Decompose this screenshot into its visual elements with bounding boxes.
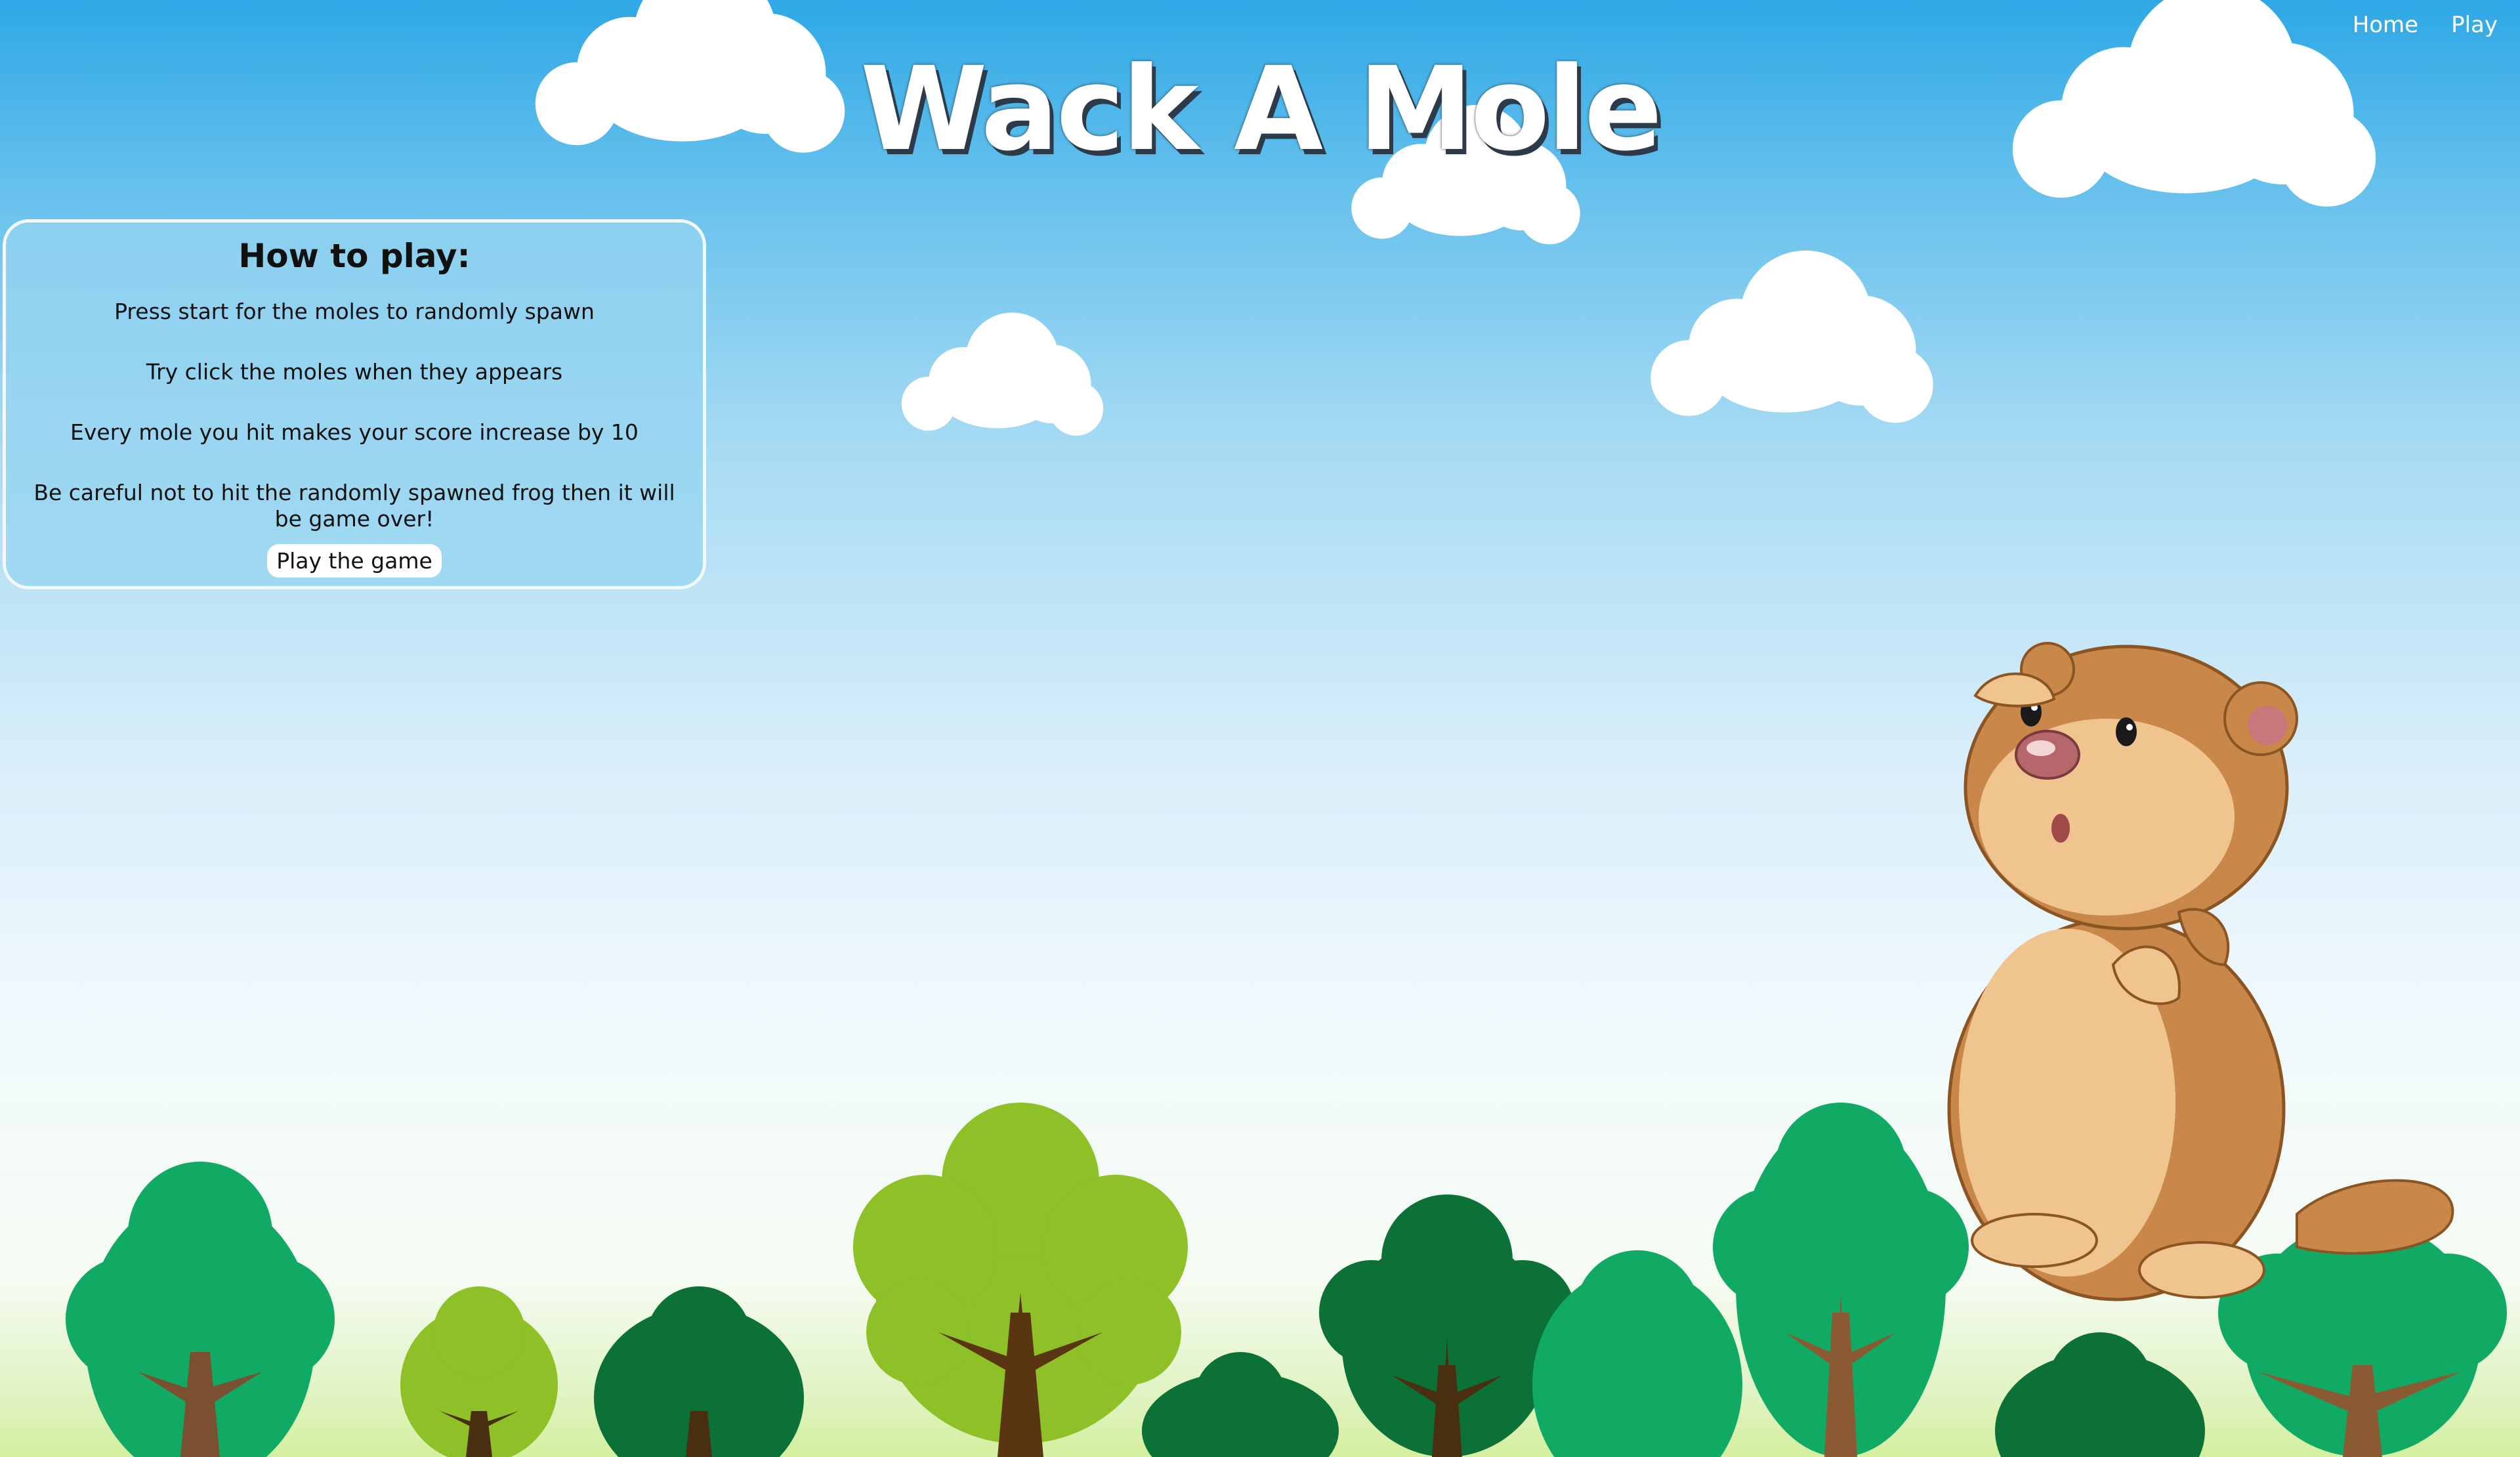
nav-link-home[interactable]: Home	[2353, 12, 2418, 38]
instructions-panel: How to play: Press start for the moles t…	[3, 219, 706, 589]
cloud-icon	[1650, 250, 1933, 423]
tree-icon	[1142, 1352, 1339, 1457]
instructions-heading: How to play:	[238, 237, 471, 275]
tree-icon	[1713, 1103, 1969, 1457]
background-scene	[66, 0, 2507, 1457]
instruction-line: Every mole you hit makes your score incr…	[70, 419, 639, 445]
tree-icon	[1995, 1332, 2205, 1457]
tree-icon	[66, 1162, 335, 1457]
instruction-line: Be careful not to hit the randomly spawn…	[33, 480, 675, 532]
top-nav: Home Play	[2353, 12, 2498, 38]
tree-icon	[594, 1286, 804, 1457]
mole-mascot	[1947, 642, 2454, 1301]
tree-icon	[853, 1103, 1188, 1457]
page-title: Wack A Mole	[860, 42, 1663, 177]
play-the-game-button[interactable]: Play the game	[267, 544, 442, 578]
nav-link-play[interactable]: Play	[2451, 12, 2498, 38]
tree-icon	[400, 1286, 558, 1457]
instruction-line: Press start for the moles to randomly sp…	[114, 299, 595, 324]
instruction-line: Try click the moles when they appears	[146, 359, 563, 385]
cloud-icon	[901, 312, 1104, 436]
